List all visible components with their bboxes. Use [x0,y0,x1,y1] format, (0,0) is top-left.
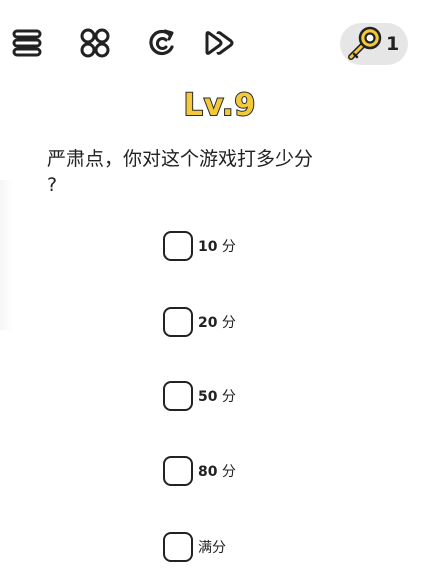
top-toolbar: 1 [0,0,440,90]
option-20[interactable]: 20 分 [163,305,236,339]
option-checkbox[interactable] [163,532,193,562]
skip-button[interactable] [201,24,239,62]
side-shadow [0,180,14,330]
question-line-1: 严肃点，你对这个游戏打多少分 [47,148,314,170]
levels-button[interactable] [76,24,114,62]
question-text: 严肃点，你对这个游戏打多少分 ? [47,146,407,198]
grid-icon [80,28,110,58]
option-label: 满分 [198,540,226,556]
option-full-score[interactable]: 满分 [163,530,226,564]
menu-button[interactable] [8,24,46,62]
skip-icon [205,31,234,55]
level-title: Lv.9 [183,87,257,124]
hint-key-button[interactable]: 1 [340,23,408,65]
option-50[interactable]: 50 分 [163,379,236,413]
restart-button[interactable] [143,24,181,62]
option-label: 50 分 [198,389,236,405]
option-10[interactable]: 10 分 [163,229,236,263]
option-checkbox[interactable] [163,381,193,411]
option-label: 10 分 [198,239,236,255]
option-checkbox[interactable] [163,307,193,337]
option-label: 80 分 [198,464,236,480]
option-checkbox[interactable] [163,231,193,261]
option-80[interactable]: 80 分 [163,454,236,488]
option-checkbox[interactable] [163,456,193,486]
menu-icon [12,29,42,57]
key-count: 1 [386,33,400,55]
option-label: 20 分 [198,315,236,331]
restart-icon [149,29,174,56]
question-line-2: ? [47,174,58,196]
key-icon [348,26,382,60]
